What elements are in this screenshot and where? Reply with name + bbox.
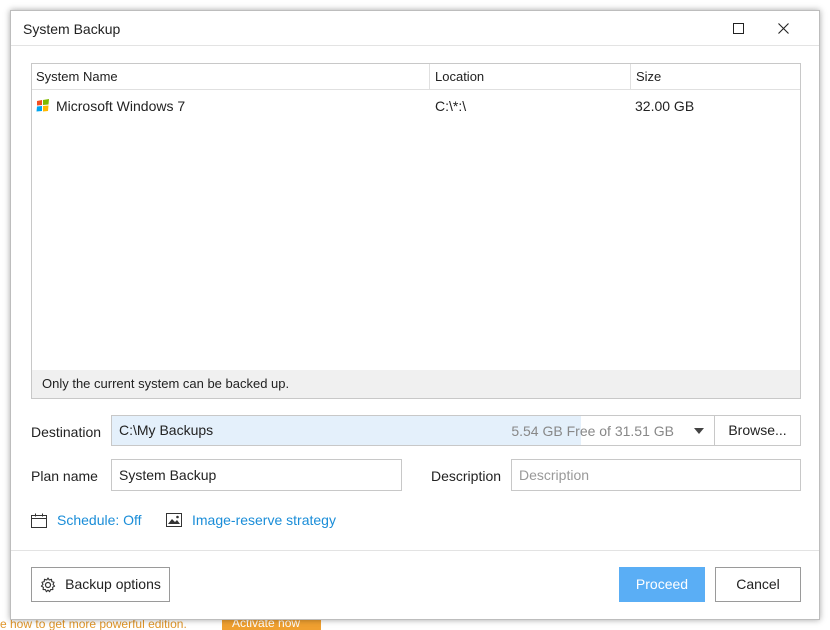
schedule-link-label: Schedule: Off xyxy=(57,512,142,528)
chevron-down-icon xyxy=(694,427,704,434)
row-size: 32.00 GB xyxy=(635,98,695,114)
windows-logo-icon xyxy=(36,99,49,112)
column-header-system-name[interactable]: System Name xyxy=(32,64,430,90)
row-location: C:\*:\ xyxy=(435,98,467,114)
table-note: Only the current system can be backed up… xyxy=(32,370,800,398)
table-header: System Name Location Size xyxy=(32,64,800,90)
schedule-link[interactable]: Schedule: Off xyxy=(31,512,142,528)
title-bar: System Backup xyxy=(11,11,819,46)
destination-free-space: 5.54 GB Free of 31.51 GB xyxy=(511,423,674,439)
destination-select[interactable]: C:\My Backups 5.54 GB Free of 31.51 GB xyxy=(111,415,715,446)
proceed-button[interactable]: Proceed xyxy=(619,567,705,602)
system-table: System Name Location Size Microsoft Wind… xyxy=(31,63,801,399)
dropdown-arrow[interactable] xyxy=(684,416,714,445)
description-label: Description xyxy=(431,468,502,484)
maximize-icon xyxy=(733,23,744,34)
close-button[interactable] xyxy=(761,11,806,46)
column-header-size[interactable]: Size xyxy=(632,64,800,90)
gear-icon xyxy=(40,576,56,592)
description-input[interactable] xyxy=(511,459,801,491)
image-icon xyxy=(166,513,182,527)
footer-divider xyxy=(11,550,819,551)
image-reserve-strategy-label: Image-reserve strategy xyxy=(192,512,336,528)
maximize-button[interactable] xyxy=(716,11,761,46)
backup-options-button[interactable]: Backup options xyxy=(31,567,170,602)
image-reserve-strategy-link[interactable]: Image-reserve strategy xyxy=(166,512,336,528)
destination-label: Destination xyxy=(31,424,102,440)
close-icon xyxy=(778,23,789,34)
cancel-button[interactable]: Cancel xyxy=(715,567,801,602)
destination-path: C:\My Backups xyxy=(119,422,214,438)
window-title: System Backup xyxy=(23,21,121,37)
table-row[interactable]: Microsoft Windows 7 C:\*:\ 32.00 GB xyxy=(32,92,800,120)
column-header-location[interactable]: Location xyxy=(431,64,631,90)
row-system-name: Microsoft Windows 7 xyxy=(56,98,186,114)
backup-options-label: Backup options xyxy=(65,576,161,592)
plan-name-label: Plan name xyxy=(31,468,98,484)
browse-button[interactable]: Browse... xyxy=(714,415,801,446)
system-backup-dialog: System Backup System Name Location Size … xyxy=(10,10,820,620)
calendar-icon xyxy=(31,513,47,528)
plan-name-input[interactable] xyxy=(111,459,402,491)
